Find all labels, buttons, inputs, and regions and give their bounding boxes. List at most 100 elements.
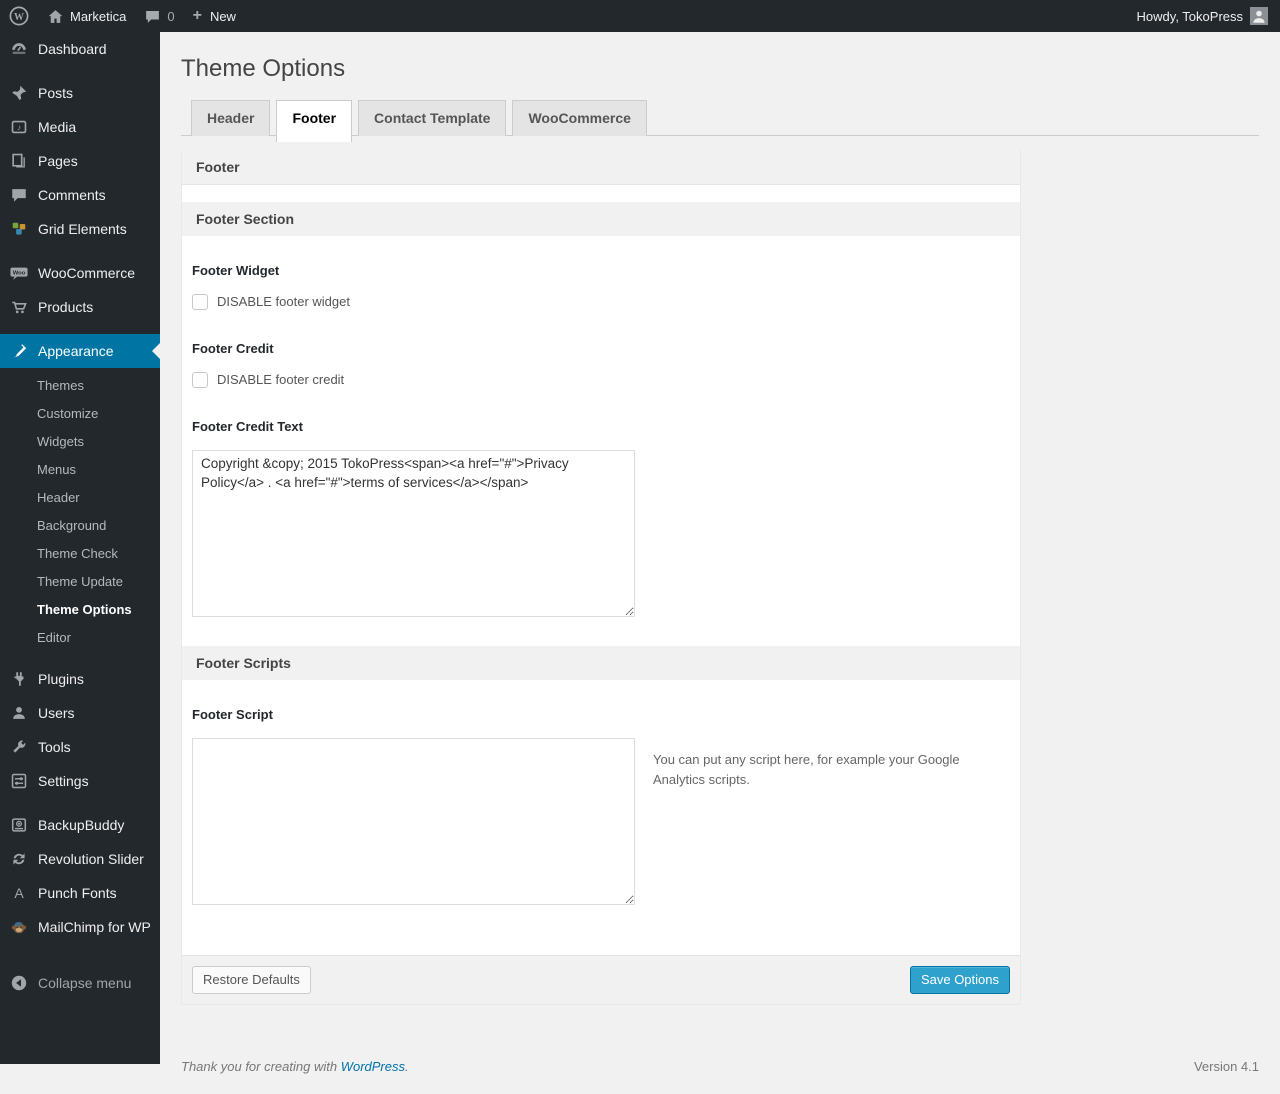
- sidebar-item-label: WooCommerce: [38, 264, 135, 282]
- comments-icon: [9, 186, 29, 204]
- menu-separator: [0, 798, 160, 808]
- user-icon: [9, 704, 29, 722]
- thanks-suffix: .: [405, 1059, 409, 1074]
- appearance-submenu: Themes Customize Widgets Menus Header Ba…: [0, 368, 160, 662]
- sidebar-item-tools[interactable]: Tools: [0, 730, 160, 764]
- sidebar-item-label: Grid Elements: [38, 220, 127, 238]
- tab-woocommerce[interactable]: WooCommerce: [512, 100, 646, 136]
- submenu-customize[interactable]: Customize: [0, 400, 160, 428]
- footer-options-panel: Footer Footer Section Footer Widget DISA…: [181, 150, 1021, 1005]
- tab-footer[interactable]: Footer: [276, 100, 352, 142]
- sidebar-item-punch-fonts[interactable]: A Punch Fonts: [0, 876, 160, 910]
- sidebar-item-label: MailChimp for WP: [38, 918, 151, 936]
- sidebar-item-grid-elements[interactable]: Grid Elements: [0, 212, 160, 246]
- collapse-menu-label: Collapse menu: [38, 974, 131, 992]
- menu-separator: [0, 246, 160, 256]
- sidebar-item-products[interactable]: Products: [0, 290, 160, 324]
- submenu-header[interactable]: Header: [0, 484, 160, 512]
- tab-header[interactable]: Header: [191, 100, 270, 136]
- disable-footer-credit-checkbox[interactable]: [192, 372, 208, 388]
- comment-bubble-icon: [144, 8, 161, 25]
- submenu-editor[interactable]: Editor: [0, 624, 160, 652]
- howdy-text: Howdy, TokoPress: [1137, 9, 1243, 24]
- sidebar-item-plugins[interactable]: Plugins: [0, 662, 160, 696]
- appearance-brush-icon: [9, 342, 29, 360]
- footer-credit-text-label: Footer Credit Text: [192, 419, 1010, 434]
- wordpress-logo-menu[interactable]: W: [0, 0, 38, 32]
- wordpress-logo-icon: W: [9, 6, 29, 26]
- submenu-theme-check[interactable]: Theme Check: [0, 540, 160, 568]
- backup-drive-icon: [9, 816, 29, 834]
- sidebar-item-label: Media: [38, 118, 76, 136]
- submenu-widgets[interactable]: Widgets: [0, 428, 160, 456]
- sidebar-item-label: BackupBuddy: [38, 816, 124, 834]
- collapse-menu-button[interactable]: Collapse menu: [0, 966, 160, 1000]
- sidebar-item-pages[interactable]: Pages: [0, 144, 160, 178]
- sidebar-item-label: Tools: [38, 738, 71, 756]
- theme-options-tabs: Header Footer Contact Template WooCommer…: [181, 100, 1259, 136]
- sidebar-item-label: Plugins: [38, 670, 84, 688]
- submenu-theme-options[interactable]: Theme Options: [0, 596, 160, 624]
- footer-widget-label: Footer Widget: [192, 263, 1010, 278]
- save-options-button[interactable]: Save Options: [910, 966, 1010, 994]
- woocommerce-icon: Woo: [9, 264, 29, 282]
- submenu-menus[interactable]: Menus: [0, 456, 160, 484]
- sidebar-item-label: Dashboard: [38, 40, 107, 58]
- sidebar-item-woocommerce[interactable]: Woo WooCommerce: [0, 256, 160, 290]
- disable-footer-widget-checkbox[interactable]: [192, 294, 208, 310]
- sidebar-item-label: Appearance: [38, 342, 114, 360]
- sidebar-item-label: Pages: [38, 152, 78, 170]
- sidebar-item-backupbuddy[interactable]: BackupBuddy: [0, 808, 160, 842]
- sidebar-item-mailchimp[interactable]: MailChimp for WP: [0, 910, 160, 944]
- sidebar-item-users[interactable]: Users: [0, 696, 160, 730]
- site-menu[interactable]: Marketica: [38, 0, 135, 32]
- comment-count: 0: [167, 9, 174, 24]
- sidebar-item-appearance[interactable]: Appearance: [0, 334, 160, 368]
- footer-script-textarea[interactable]: [192, 738, 635, 905]
- avatar: [1250, 7, 1268, 25]
- svg-text:W: W: [14, 12, 24, 23]
- comments-menu[interactable]: 0: [135, 0, 183, 32]
- footer-script-row: You can put any script here, for example…: [192, 722, 1010, 905]
- sidebar-item-posts[interactable]: Posts: [0, 76, 160, 110]
- new-label: New: [210, 9, 236, 24]
- sidebar-item-settings[interactable]: Settings: [0, 764, 160, 798]
- footer-credit-text-textarea[interactable]: Copyright &copy; 2015 TokoPress<span><a …: [192, 450, 635, 617]
- letter-a-icon: A: [9, 884, 29, 902]
- site-name: Marketica: [70, 9, 126, 24]
- sidebar-item-comments[interactable]: Comments: [0, 178, 160, 212]
- new-content-menu[interactable]: + New: [184, 0, 245, 32]
- submenu-theme-update[interactable]: Theme Update: [0, 568, 160, 596]
- restore-defaults-button[interactable]: Restore Defaults: [192, 966, 311, 994]
- admin-sidebar: Dashboard Posts ♪ Media Pages Comments G…: [0, 32, 160, 1064]
- menu-separator: [0, 66, 160, 76]
- pages-icon: [9, 152, 29, 170]
- sidebar-item-dashboard[interactable]: Dashboard: [0, 32, 160, 66]
- sidebar-item-label: Products: [38, 298, 93, 316]
- footer-script-help-text: You can put any script here, for example…: [653, 750, 963, 790]
- panel-gap: [182, 185, 1020, 202]
- admin-bar: W Marketica 0 + New Howdy, TokoPress: [0, 0, 1280, 32]
- settings-sliders-icon: [9, 772, 29, 790]
- main-content: Theme Options Header Footer Contact Temp…: [160, 0, 1280, 1094]
- sidebar-item-revolution-slider[interactable]: Revolution Slider: [0, 842, 160, 876]
- plugin-icon: [9, 670, 29, 688]
- admin-footer: Thank you for creating with WordPress. V…: [181, 1049, 1259, 1094]
- wrench-icon: [9, 738, 29, 756]
- sidebar-item-media[interactable]: ♪ Media: [0, 110, 160, 144]
- collapse-arrow-icon: [9, 974, 29, 992]
- sidebar-item-label: Punch Fonts: [38, 884, 117, 902]
- dashboard-icon: [9, 40, 29, 58]
- submenu-themes[interactable]: Themes: [0, 372, 160, 400]
- svg-text:Woo: Woo: [13, 270, 26, 276]
- footer-widget-checkbox-row: DISABLE footer widget: [192, 294, 1010, 310]
- wordpress-link[interactable]: WordPress: [341, 1059, 405, 1074]
- home-icon: [47, 8, 64, 25]
- tab-contact-template[interactable]: Contact Template: [358, 100, 506, 136]
- my-account-menu[interactable]: Howdy, TokoPress: [1125, 0, 1280, 32]
- footer-script-label: Footer Script: [192, 707, 1010, 722]
- sidebar-item-label: Users: [38, 704, 75, 722]
- submenu-background[interactable]: Background: [0, 512, 160, 540]
- page-title: Theme Options: [181, 55, 1259, 84]
- menu-separator: [0, 324, 160, 334]
